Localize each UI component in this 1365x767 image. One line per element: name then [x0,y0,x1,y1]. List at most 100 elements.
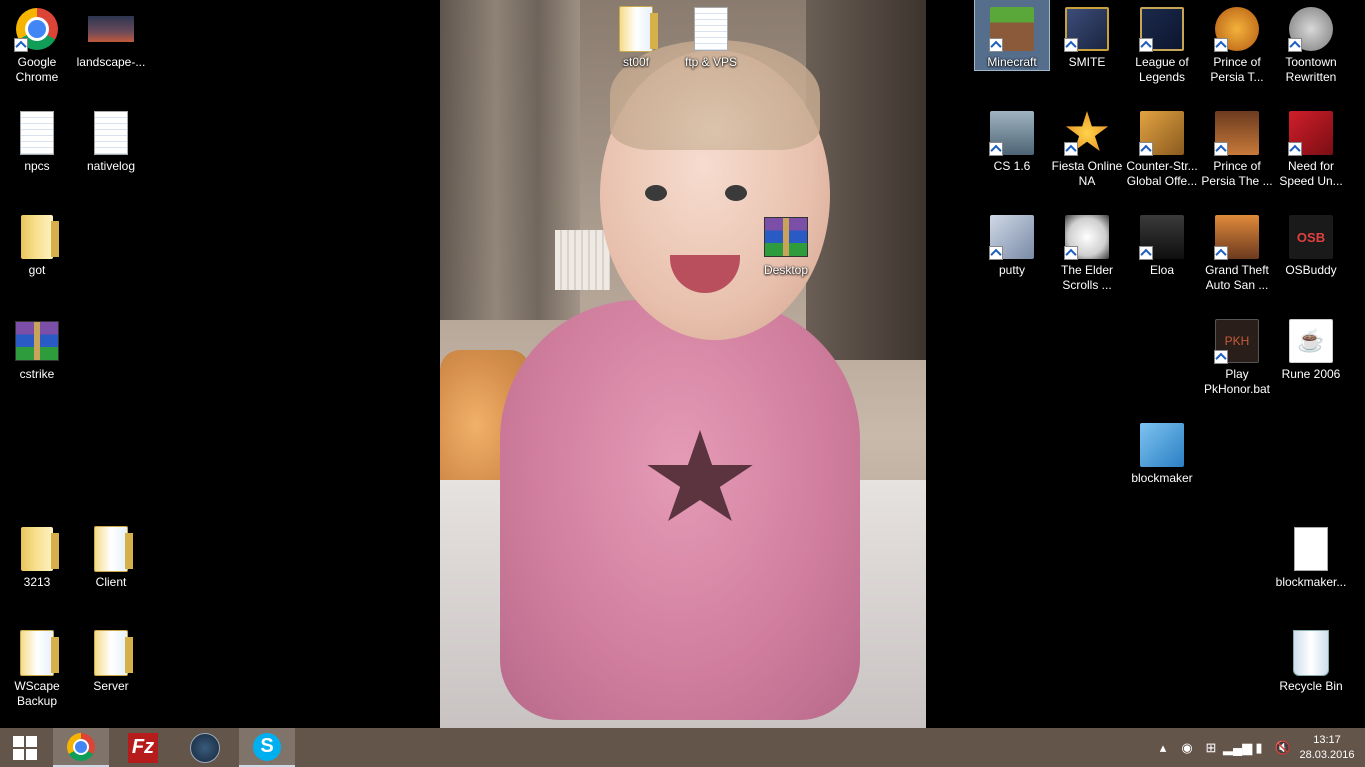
desktop-icon-client[interactable]: Client [74,520,148,590]
desktop-icon-label: SMITE [1068,55,1106,69]
start-button[interactable] [0,728,50,767]
taskbar-skype-button[interactable]: S [239,728,295,767]
shortcut-arrow-icon [1139,246,1153,260]
steam-tray-icon[interactable]: ◉ [1175,740,1199,756]
desktop-icon-desktop-archive[interactable]: Desktop [749,208,823,278]
desktop-icon-ftp-vps[interactable]: ftp & VPS [674,0,748,70]
desktop-icon-label: OSBuddy [1285,263,1337,277]
desktop-icon-wscape-backup[interactable]: WScape Backup [0,624,74,709]
desktop-icon-label: Eloa [1149,263,1175,277]
folder-icon [94,526,133,572]
taskbar-steam-button[interactable] [177,728,233,767]
desktop-icon-label: landscape-... [76,55,146,69]
desktop-icon-3213[interactable]: 3213 [0,520,74,590]
desktop-icon-osbuddy[interactable]: OSB OSBuddy [1274,208,1348,278]
desktop-icon-google-chrome[interactable]: Google Chrome [0,0,74,85]
desktop-icon-server[interactable]: Server [74,624,148,694]
shortcut-arrow-icon [1214,350,1228,364]
skype-icon: S [253,732,281,761]
desktop-icon-landscape[interactable]: landscape-... [74,0,148,70]
desktop-icon-fiesta-online[interactable]: Fiesta Online NA [1050,104,1124,189]
desktop-icon-eloa[interactable]: Eloa [1125,208,1199,278]
desktop-icon-label: Google Chrome [15,55,59,84]
shortcut-arrow-icon [989,38,1003,52]
desktop-icon-need-for-speed[interactable]: Need for Speed Un... [1274,104,1348,189]
desktop-icon-label: Minecraft [987,55,1037,69]
desktop-icon-label: got [28,263,46,277]
shortcut-arrow-icon [1288,38,1302,52]
battery-icon[interactable]: ▮ [1247,740,1271,756]
wallpaper-photo [440,0,926,728]
shortcut-arrow-icon [1214,246,1228,260]
folder-icon [20,630,59,676]
desktop-icon-prince-of-persia-1[interactable]: Prince of Persia T... [1200,0,1274,85]
wallpaper-eye-right [725,185,747,201]
filezilla-icon: Fz [128,732,158,763]
desktop-icon-putty[interactable]: putty [975,208,1049,278]
winrar-icon [15,321,59,361]
desktop-icon-label: ftp & VPS [684,55,738,69]
taskbar: Fz S ▴ ◉ ⊞ ▂▄▆ ▮ 🔇 13:17 28.03.2016 [0,728,1365,767]
text-file-icon [20,111,54,155]
network-signal-icon[interactable]: ▂▄▆ [1223,740,1252,756]
desktop-icon-rune-2006[interactable]: ☕ Rune 2006 [1274,312,1348,382]
desktop-icon-league-of-legends[interactable]: League of Legends [1125,0,1199,85]
desktop-icon-gta-san-andreas[interactable]: Grand Theft Auto San ... [1200,208,1274,293]
desktop-icon-label: WScape Backup [14,679,60,708]
desktop-icon-label: Grand Theft Auto San ... [1205,263,1269,292]
desktop-icon-got[interactable]: got [0,208,74,278]
desktop-icon-nativelog[interactable]: nativelog [74,104,148,174]
desktop-icon-label: Recycle Bin [1279,679,1343,693]
notepad-icon [1140,423,1184,467]
shortcut-arrow-icon [1139,38,1153,52]
desktop-icon-recycle-bin[interactable]: Recycle Bin [1274,624,1348,694]
desktop-icon-label: cstrike [19,367,55,381]
desktop-icon-label: Toontown Rewritten [1285,55,1337,84]
desktop-icon-label: Need for Speed Un... [1279,159,1343,188]
desktop-icon-elder-scrolls[interactable]: The Elder Scrolls ... [1050,208,1124,293]
desktop-icon-label: Fiesta Online NA [1051,159,1123,188]
desktop-icon-prince-of-persia-2[interactable]: Prince of Persia The ... [1200,104,1274,189]
taskbar-filezilla-button[interactable]: Fz [115,728,171,767]
shortcut-arrow-icon [14,38,28,52]
desktop-icon-smite[interactable]: SMITE [1050,0,1124,70]
desktop-icon-toontown[interactable]: Toontown Rewritten [1274,0,1348,85]
desktop-icon-cstrike[interactable]: cstrike [0,312,74,382]
desktop-icon-npcs[interactable]: npcs [0,104,74,174]
winrar-icon [764,217,808,257]
recycle-bin-icon [1293,630,1329,676]
text-file-icon [694,7,728,51]
chrome-icon [67,732,95,761]
desktop-icon-label: Server [93,679,129,693]
desktop-icon-label: putty [998,263,1025,277]
desktop-icon-blockmaker-file[interactable]: blockmaker... [1274,520,1348,590]
windows-logo-icon [13,735,37,760]
folder-icon [21,527,59,571]
taskbar-chrome-button[interactable] [53,728,109,767]
show-hidden-icons-chevron-icon[interactable]: ▴ [1151,740,1175,756]
desktop-icon-label: CS 1.6 [993,159,1031,173]
desktop-icon-csgo[interactable]: Counter-Str... Global Offe... [1125,104,1199,189]
wallpaper-eye-left [645,185,667,201]
file-icon [1294,527,1328,571]
steam-icon [190,732,220,763]
folder-icon [94,630,133,676]
windows-tray-icon[interactable]: ⊞ [1199,740,1223,756]
desktop-icon-label: Prince of Persia The ... [1201,159,1273,188]
taskbar-clock[interactable]: 13:17 28.03.2016 [1295,733,1359,763]
desktop-icon-label: League of Legends [1135,55,1189,84]
shortcut-arrow-icon [1064,142,1078,156]
shortcut-arrow-icon [1064,38,1078,52]
volume-muted-icon[interactable]: 🔇 [1271,740,1295,756]
desktop-icon-blockmaker[interactable]: blockmaker [1125,416,1199,486]
desktop-icon-minecraft[interactable]: Minecraft [974,0,1050,71]
desktop-icon-st00f[interactable]: st00f [599,0,673,70]
shortcut-arrow-icon [1214,142,1228,156]
shortcut-arrow-icon [1214,38,1228,52]
shortcut-arrow-icon [1288,142,1302,156]
desktop-icon-cs16[interactable]: CS 1.6 [975,104,1049,174]
desktop-icon-play-pkhonor[interactable]: PKH Play PkHonor.bat [1200,312,1274,397]
java-icon: ☕ [1289,319,1333,363]
desktop-icon-label: Prince of Persia T... [1210,55,1264,84]
desktop-icon-label: Rune 2006 [1281,367,1341,381]
